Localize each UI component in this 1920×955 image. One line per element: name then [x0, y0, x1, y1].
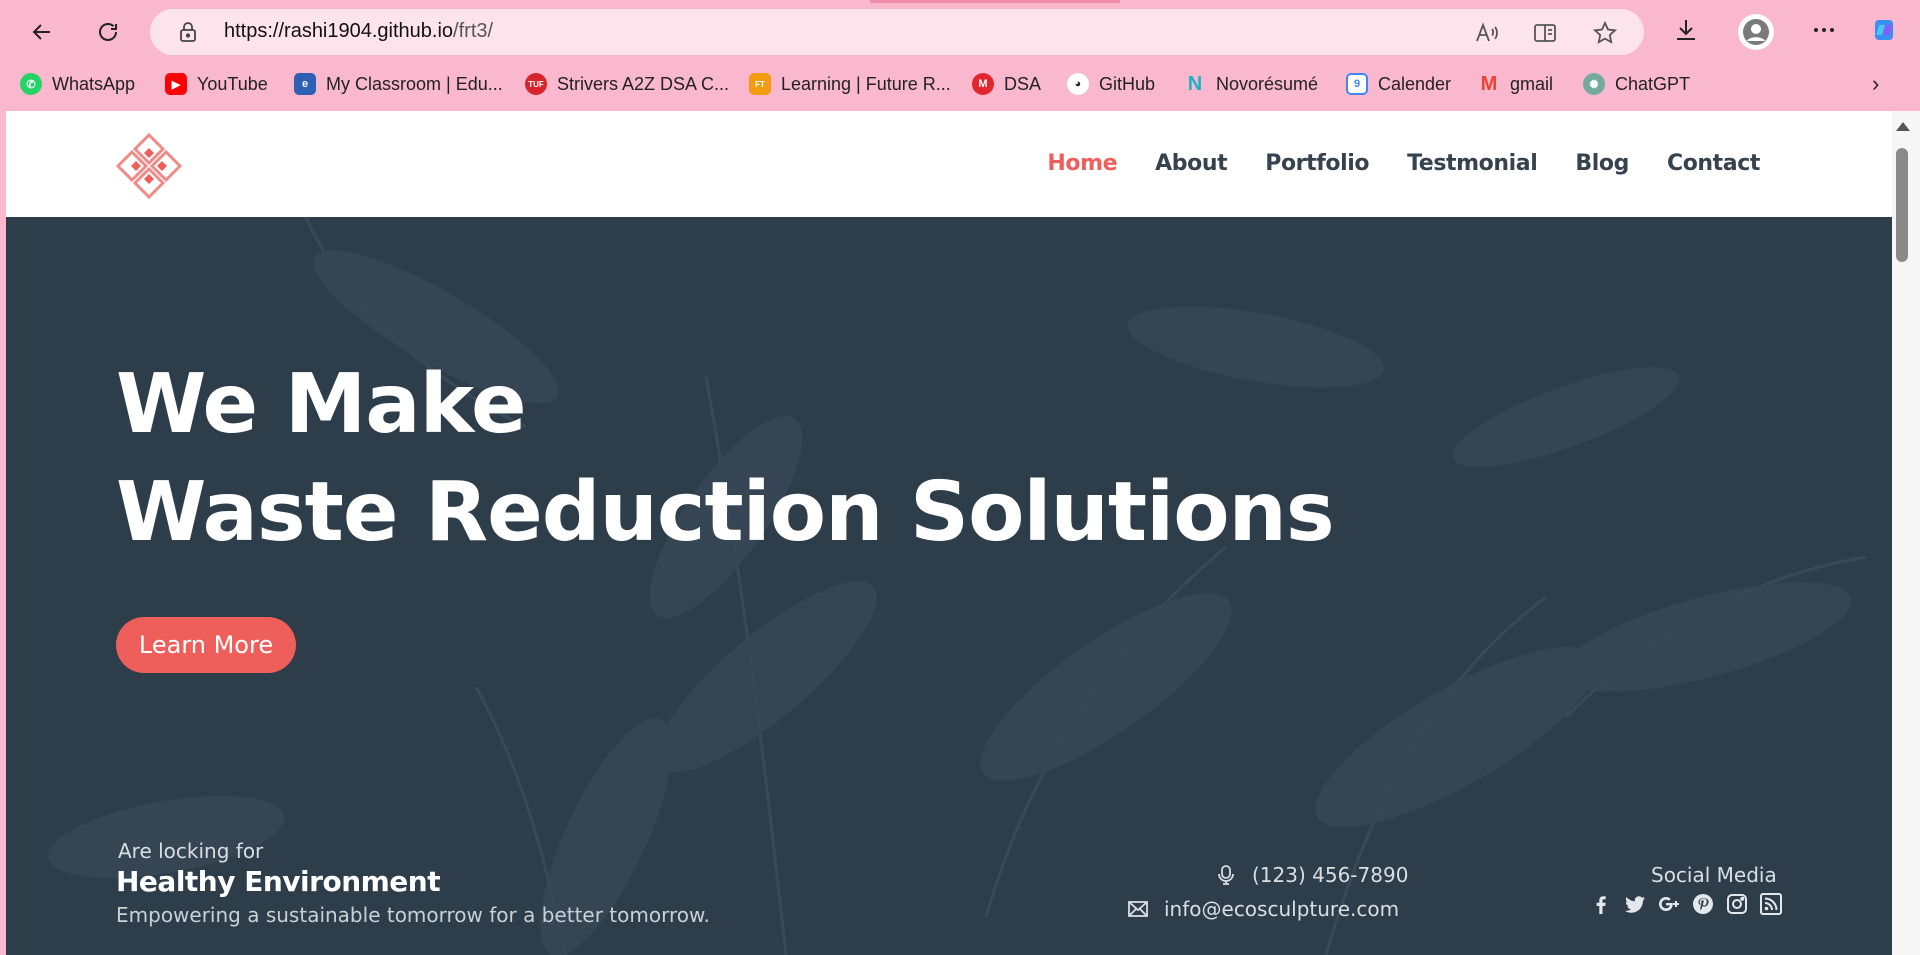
tuf-icon: TUF — [525, 73, 547, 95]
bookmark-label: DSA — [1004, 73, 1042, 94]
dsa-icon: M — [972, 73, 994, 95]
bookmark-classroom[interactable]: e My Classroom | Edu... — [294, 70, 503, 98]
bookmark-novoresume[interactable]: N Novorésumé — [1184, 70, 1318, 98]
microphone-phone-icon — [1218, 865, 1234, 885]
classroom-icon: e — [294, 73, 316, 95]
bookmark-youtube[interactable]: ▶ YouTube — [165, 70, 268, 98]
looking-for-label: Are locking for — [118, 839, 264, 863]
fern-background-image — [47, 217, 1867, 955]
bookmark-label: WhatsApp — [52, 73, 136, 94]
more-options-button[interactable] — [1808, 14, 1840, 46]
url-host: https://rashi1904.github.io — [224, 20, 454, 42]
bookmark-calender[interactable]: 9 Calender — [1346, 70, 1451, 98]
lock-icon — [180, 22, 196, 42]
social-media-label: Social Media — [1651, 863, 1777, 887]
immersive-reader-icon[interactable] — [1532, 20, 1558, 46]
user-icon — [1743, 19, 1769, 45]
nav-testimonial[interactable]: Testmonial — [1407, 151, 1538, 176]
bookmark-gmail[interactable]: M gmail — [1478, 70, 1553, 98]
scroll-up-arrow-icon[interactable] — [1896, 122, 1910, 131]
ellipsis-icon — [1814, 28, 1834, 32]
bookmarks-overflow-chevron-icon[interactable]: › — [1872, 70, 1879, 98]
novoresume-icon: N — [1187, 72, 1203, 95]
page-viewport: Home About Portfolio Testmonial Blog Con… — [6, 111, 1892, 955]
favorite-star-icon[interactable] — [1592, 20, 1618, 46]
bookmark-chatgpt[interactable]: ✺ ChatGPT — [1583, 70, 1690, 98]
phone-number: (123) 456-7890 — [1252, 863, 1409, 887]
back-button[interactable] — [22, 12, 62, 52]
read-aloud-icon[interactable] — [1474, 20, 1500, 46]
bookmark-label: Learning | Future R... — [781, 73, 951, 94]
github-icon: ◕ — [1067, 73, 1089, 95]
scrollbar-thumb[interactable] — [1896, 148, 1908, 262]
copilot-icon — [1875, 20, 1893, 40]
twitter-icon[interactable] — [1624, 893, 1646, 915]
browser-chrome: https://rashi1904.github.io/frt3/ ✆ What… — [0, 0, 1920, 110]
email-contact[interactable]: info@ecosculpture.com — [1126, 897, 1399, 921]
bookmark-label: Calender — [1378, 73, 1452, 94]
hero-headline: We Make Waste Reduction Solutions — [116, 351, 1335, 567]
bookmark-label: GitHub — [1099, 73, 1156, 94]
headline-line-2: Waste Reduction Solutions — [116, 465, 1335, 560]
calendar-icon: 9 — [1346, 73, 1368, 95]
phone-contact[interactable]: (123) 456-7890 — [1214, 863, 1408, 887]
future-talent-icon: FT — [749, 73, 771, 95]
hero-section: We Make Waste Reduction Solutions Learn … — [6, 217, 1892, 955]
bookmark-label: Strivers A2Z DSA C... — [557, 73, 730, 94]
whatsapp-icon: ✆ — [20, 73, 42, 95]
rss-icon[interactable] — [1760, 893, 1782, 915]
active-tab-indicator — [870, 0, 1120, 3]
bookmark-learning[interactable]: FT Learning | Future R... — [749, 70, 951, 98]
bookmark-strivers[interactable]: TUF Strivers A2Z DSA C... — [525, 70, 729, 98]
bookmark-label: Novorésumé — [1216, 73, 1319, 94]
url-path: /frt3/ — [453, 20, 494, 42]
healthy-environment-heading: Healthy Environment — [116, 865, 441, 898]
address-bar[interactable]: https://rashi1904.github.io/frt3/ — [150, 9, 1644, 55]
learn-more-button[interactable]: Learn More — [116, 617, 296, 673]
main-menu: Home About Portfolio Testmonial Blog Con… — [1047, 151, 1760, 176]
nav-blog[interactable]: Blog — [1575, 151, 1629, 176]
bookmark-label: YouTube — [197, 73, 268, 94]
bookmark-label: ChatGPT — [1615, 73, 1691, 94]
nav-portfolio[interactable]: Portfolio — [1265, 151, 1369, 176]
nav-contact[interactable]: Contact — [1667, 151, 1760, 176]
downloads-button[interactable] — [1670, 14, 1702, 46]
bookmarks-bar: ✆ WhatsApp ▶ YouTube e My Classroom | Ed… — [0, 66, 1920, 102]
reload-button[interactable] — [88, 12, 128, 52]
bookmark-label: gmail — [1510, 73, 1554, 94]
facebook-icon[interactable] — [1590, 893, 1612, 915]
url-text[interactable]: https://rashi1904.github.io/frt3/ — [224, 20, 493, 43]
profile-avatar[interactable] — [1738, 14, 1774, 50]
instagram-icon[interactable] — [1726, 893, 1748, 915]
youtube-icon: ▶ — [165, 73, 187, 95]
bookmark-dsa[interactable]: M DSA — [972, 70, 1041, 98]
headline-line-1: We Make — [116, 357, 527, 452]
bookmark-whatsapp[interactable]: ✆ WhatsApp — [20, 70, 135, 98]
nav-home[interactable]: Home — [1047, 151, 1117, 176]
google-plus-icon[interactable] — [1658, 893, 1680, 915]
social-icons-row — [1590, 893, 1782, 915]
email-address: info@ecosculpture.com — [1164, 897, 1400, 921]
bookmark-label: My Classroom | Edu... — [326, 73, 503, 94]
pinterest-icon[interactable] — [1692, 893, 1714, 915]
gmail-icon: M — [1480, 72, 1498, 95]
bookmark-github[interactable]: ◕ GitHub — [1067, 70, 1155, 98]
site-logo-icon[interactable] — [114, 131, 184, 201]
nav-about[interactable]: About — [1155, 151, 1227, 176]
chatgpt-icon: ✺ — [1583, 73, 1605, 95]
site-header: Home About Portfolio Testmonial Blog Con… — [6, 111, 1892, 217]
back-arrow-icon — [32, 24, 50, 40]
envelope-icon — [1128, 901, 1148, 917]
download-icon — [1677, 20, 1695, 40]
hero-tagline: Empowering a sustainable tomorrow for a … — [116, 903, 710, 927]
reload-icon — [99, 23, 117, 41]
copilot-button[interactable] — [1868, 14, 1900, 46]
